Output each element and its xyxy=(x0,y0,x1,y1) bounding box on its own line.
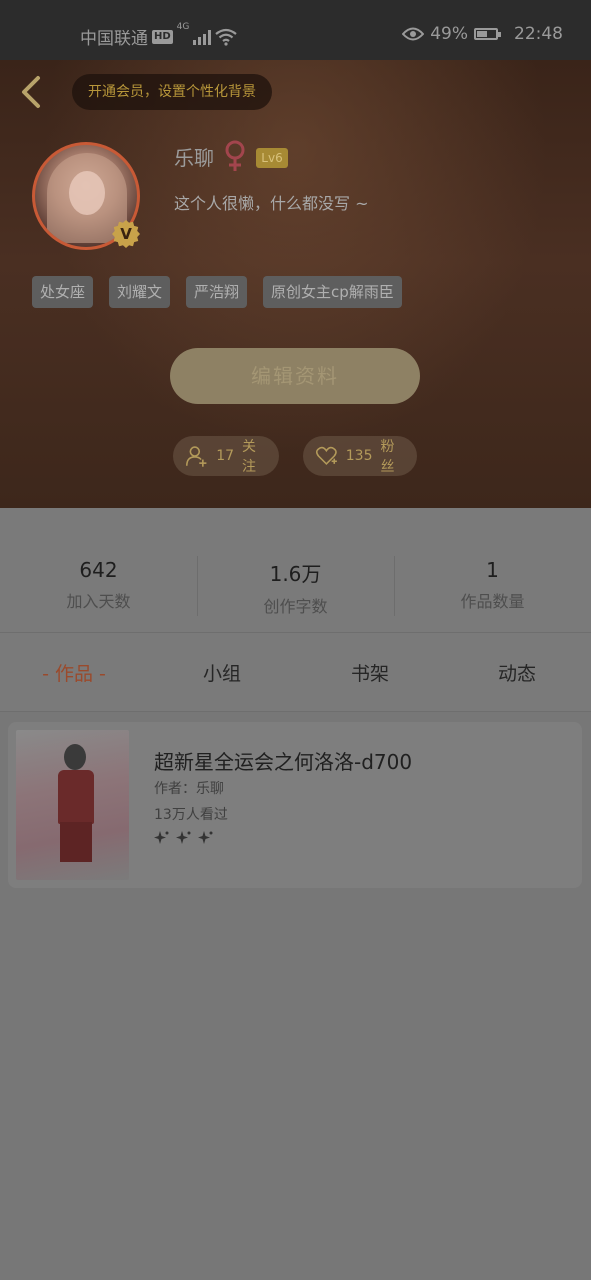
sparkle-icon xyxy=(198,831,213,844)
stat-join-days: 642 加入天数 xyxy=(0,558,197,612)
tag-item[interactable]: 严浩翔 xyxy=(186,276,248,308)
wifi-icon xyxy=(215,28,238,46)
followers-label: 粉丝 xyxy=(380,439,395,475)
stat-label: 加入天数 xyxy=(66,592,131,611)
tab-groups[interactable]: 小组 xyxy=(148,659,296,686)
stat-label: 创作字数 xyxy=(263,597,328,616)
back-icon[interactable] xyxy=(14,74,50,110)
stat-works-count: 1 作品数量 xyxy=(394,558,591,612)
tab-activity[interactable]: 动态 xyxy=(443,659,591,686)
stat-label: 作品数量 xyxy=(460,592,525,611)
hd-badge: HD xyxy=(152,29,173,44)
eye-icon xyxy=(402,27,425,41)
sparkle-icon xyxy=(176,831,191,844)
tag-list: 处女座 刘耀文 严浩翔 原创女主cp解雨臣 xyxy=(32,276,402,308)
followers-button[interactable]: 135 粉丝 xyxy=(303,436,417,476)
tag-item[interactable]: 刘耀文 xyxy=(109,276,171,308)
work-views: 13万人看过 xyxy=(154,807,228,823)
network-type: 4G xyxy=(176,22,190,32)
work-author: 作者：乐聊 xyxy=(154,781,224,797)
stat-value: 1 xyxy=(486,558,499,582)
edit-profile-button[interactable]: 编辑资料 xyxy=(170,348,420,404)
tag-item[interactable]: 处女座 xyxy=(32,276,94,308)
work-cover-image[interactable] xyxy=(16,730,129,880)
stat-value: 1.6万 xyxy=(269,562,322,586)
female-icon xyxy=(225,140,245,171)
heart-icon xyxy=(315,446,337,465)
stats-bar: 642 加入天数 1.6万 创作字数 1 作品数量 xyxy=(0,508,591,632)
battery-percent: 49% xyxy=(430,24,468,44)
following-button[interactable]: 17 关注 xyxy=(173,436,279,476)
following-label: 关注 xyxy=(242,439,257,475)
work-card[interactable]: 超新星全运会之何洛洛-d700 作者：乐聊 13万人看过 xyxy=(8,722,582,888)
add-user-icon xyxy=(185,446,207,467)
status-right: 49% 22:48 xyxy=(402,24,563,44)
battery-icon xyxy=(474,28,501,40)
followers-count: 135 xyxy=(345,448,373,464)
profile-tabs: - 作品 - 小组 书架 动态 xyxy=(0,632,591,712)
work-title[interactable]: 超新星全运会之何洛洛-d700 xyxy=(154,746,412,775)
status-left: 中国联通 HD 4G xyxy=(80,22,238,49)
stat-value: 642 xyxy=(79,558,118,582)
tab-works[interactable]: - 作品 - xyxy=(0,659,148,686)
signature: 这个人很懒，什么都没写 ~ xyxy=(174,194,369,213)
tab-bookshelf[interactable]: 书架 xyxy=(296,659,444,686)
clock: 22:48 xyxy=(514,24,563,44)
profile-header: 开通会员，设置个性化背景 V 乐聊 Lv6 这个人很懒，什么都没写 ~ 处女座 … xyxy=(0,60,591,508)
level-badge: Lv6 xyxy=(256,148,288,168)
carrier-name: 中国联通 xyxy=(80,29,148,49)
following-count: 17 xyxy=(216,448,235,464)
sparkle-icons xyxy=(154,830,214,846)
status-bar: 中国联通 HD 4G 49% 22:48 xyxy=(0,0,591,60)
signal-icon xyxy=(193,29,212,45)
sparkle-icon xyxy=(154,831,169,844)
tag-item[interactable]: 原创女主cp解雨臣 xyxy=(263,276,402,308)
member-background-button[interactable]: 开通会员，设置个性化背景 xyxy=(72,74,272,110)
stat-word-count: 1.6万 创作字数 xyxy=(197,558,394,617)
username: 乐聊 xyxy=(174,146,214,170)
